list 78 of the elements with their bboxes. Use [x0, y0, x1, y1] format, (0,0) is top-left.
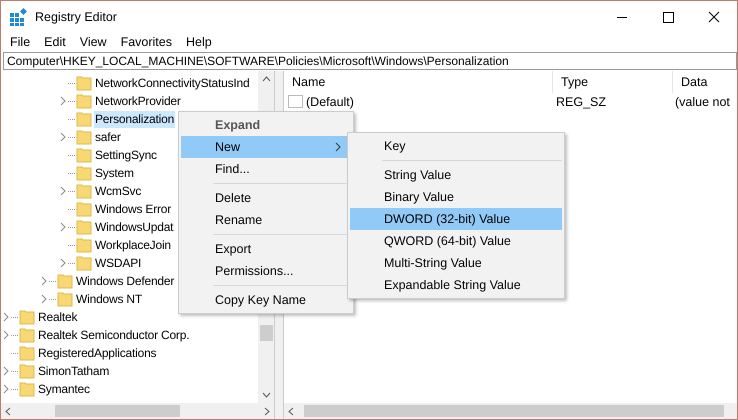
expand-chevron-icon[interactable]	[40, 294, 48, 304]
tree-item[interactable]: SettingSync	[94, 146, 158, 164]
menu-item[interactable]: File	[3, 34, 38, 48]
expand-chevron-icon[interactable]	[2, 330, 10, 340]
tree-item[interactable]: WindowsUpdat	[94, 218, 174, 236]
tree-item[interactable]: NetworkProvider	[94, 92, 182, 110]
tree-item[interactable]: WcmSvc	[94, 182, 142, 200]
menu-item[interactable]: View	[72, 34, 114, 48]
folder-icon	[76, 111, 92, 127]
tree-item[interactable]: Windows NT	[75, 290, 144, 308]
address-bar[interactable]: Computer\HKEY_LOCAL_MACHINE\SOFTWARE\Policies\Microsoft\Windows\Personalization	[3, 52, 737, 70]
menu-item[interactable]: DWORD (32-bit) Value	[350, 208, 562, 230]
tree-item[interactable]: SimonTatham	[37, 362, 110, 380]
scroll-thumb[interactable]	[260, 325, 272, 341]
tree-item[interactable]: Realtek	[37, 308, 78, 326]
column-header[interactable]: Name	[284, 71, 553, 93]
menu-item[interactable]: Expandable String Value	[350, 274, 562, 296]
expand-chevron-icon[interactable]	[59, 258, 67, 268]
registry-icon	[9, 8, 27, 26]
expand-chevron-icon[interactable]	[59, 186, 67, 196]
folder-icon	[76, 237, 92, 253]
tree-item[interactable]: Symantec	[37, 380, 91, 398]
folder-icon	[76, 219, 92, 235]
folder-icon	[19, 381, 35, 397]
tree-item[interactable]: WSDAPI	[94, 254, 142, 272]
expand-chevron-icon[interactable]	[2, 366, 10, 376]
folder-icon	[76, 93, 92, 109]
tree-item[interactable]: System	[94, 164, 135, 182]
column-header[interactable]: Data	[673, 71, 737, 93]
tree-item[interactable]: Windows Defender	[75, 272, 176, 290]
menu-item[interactable]: QWORD (64-bit) Value	[350, 230, 562, 252]
menu-item[interactable]: Key	[350, 135, 562, 157]
menu-item[interactable]: Multi-String Value	[350, 252, 562, 274]
tree-item[interactable]: safer	[94, 128, 122, 146]
folder-icon	[76, 147, 92, 163]
expand-chevron-icon[interactable]	[59, 222, 67, 232]
folder-icon	[57, 273, 73, 289]
menu-item[interactable]: Binary Value	[350, 186, 562, 208]
tree-item[interactable]: NetworkConnectivityStatusInd	[94, 74, 250, 92]
folder-icon	[76, 165, 92, 181]
folder-icon	[19, 327, 35, 343]
expand-chevron-icon[interactable]	[2, 384, 10, 394]
menu-item[interactable]: Delete	[181, 187, 351, 209]
expand-chevron-icon[interactable]	[40, 276, 48, 286]
menu-item[interactable]: Expand	[181, 114, 351, 136]
tree-item[interactable]: Personalization	[94, 110, 176, 128]
menu-item[interactable]: Rename	[181, 209, 351, 231]
folder-icon	[19, 363, 35, 379]
folder-icon	[19, 309, 35, 325]
folder-icon	[76, 255, 92, 271]
menu-item[interactable]: String Value	[350, 164, 562, 186]
menu-item[interactable]: Help	[178, 34, 219, 48]
menu-item[interactable]: Favorites	[114, 34, 179, 48]
table-cell-text: (value not	[674, 95, 731, 109]
table-cell-text: REG_SZ	[555, 95, 608, 109]
menu-item[interactable]: Edit	[37, 34, 73, 48]
tree-item[interactable]: Windows Error	[94, 200, 172, 218]
menu-item[interactable]: Permissions...	[181, 260, 351, 282]
horizontal-scrollbar[interactable]	[284, 403, 737, 419]
expand-chevron-icon[interactable]	[59, 132, 67, 142]
folder-icon	[76, 201, 92, 217]
window-title: Registry Editor	[35, 10, 117, 24]
horizontal-scrollbar[interactable]	[1, 403, 274, 419]
column-header[interactable]: Type	[553, 71, 673, 93]
tree-item[interactable]: RegisteredApplications	[37, 344, 158, 362]
folder-icon	[57, 291, 73, 307]
expand-chevron-icon[interactable]	[2, 312, 10, 322]
table-cell: (Default)	[306, 95, 354, 109]
expand-chevron-icon[interactable]	[59, 96, 67, 106]
menu-item[interactable]: Find...	[181, 158, 351, 180]
folder-icon	[19, 345, 35, 361]
folder-icon	[76, 75, 92, 91]
folder-icon	[76, 129, 92, 145]
tree-item[interactable]: Realtek Semiconductor Corp.	[37, 326, 190, 344]
folder-icon	[76, 183, 92, 199]
tree-item[interactable]: WorkplaceJoin	[94, 236, 172, 254]
menu-item[interactable]: Export	[181, 238, 351, 260]
menu-item[interactable]: Copy Key Name	[181, 289, 351, 311]
